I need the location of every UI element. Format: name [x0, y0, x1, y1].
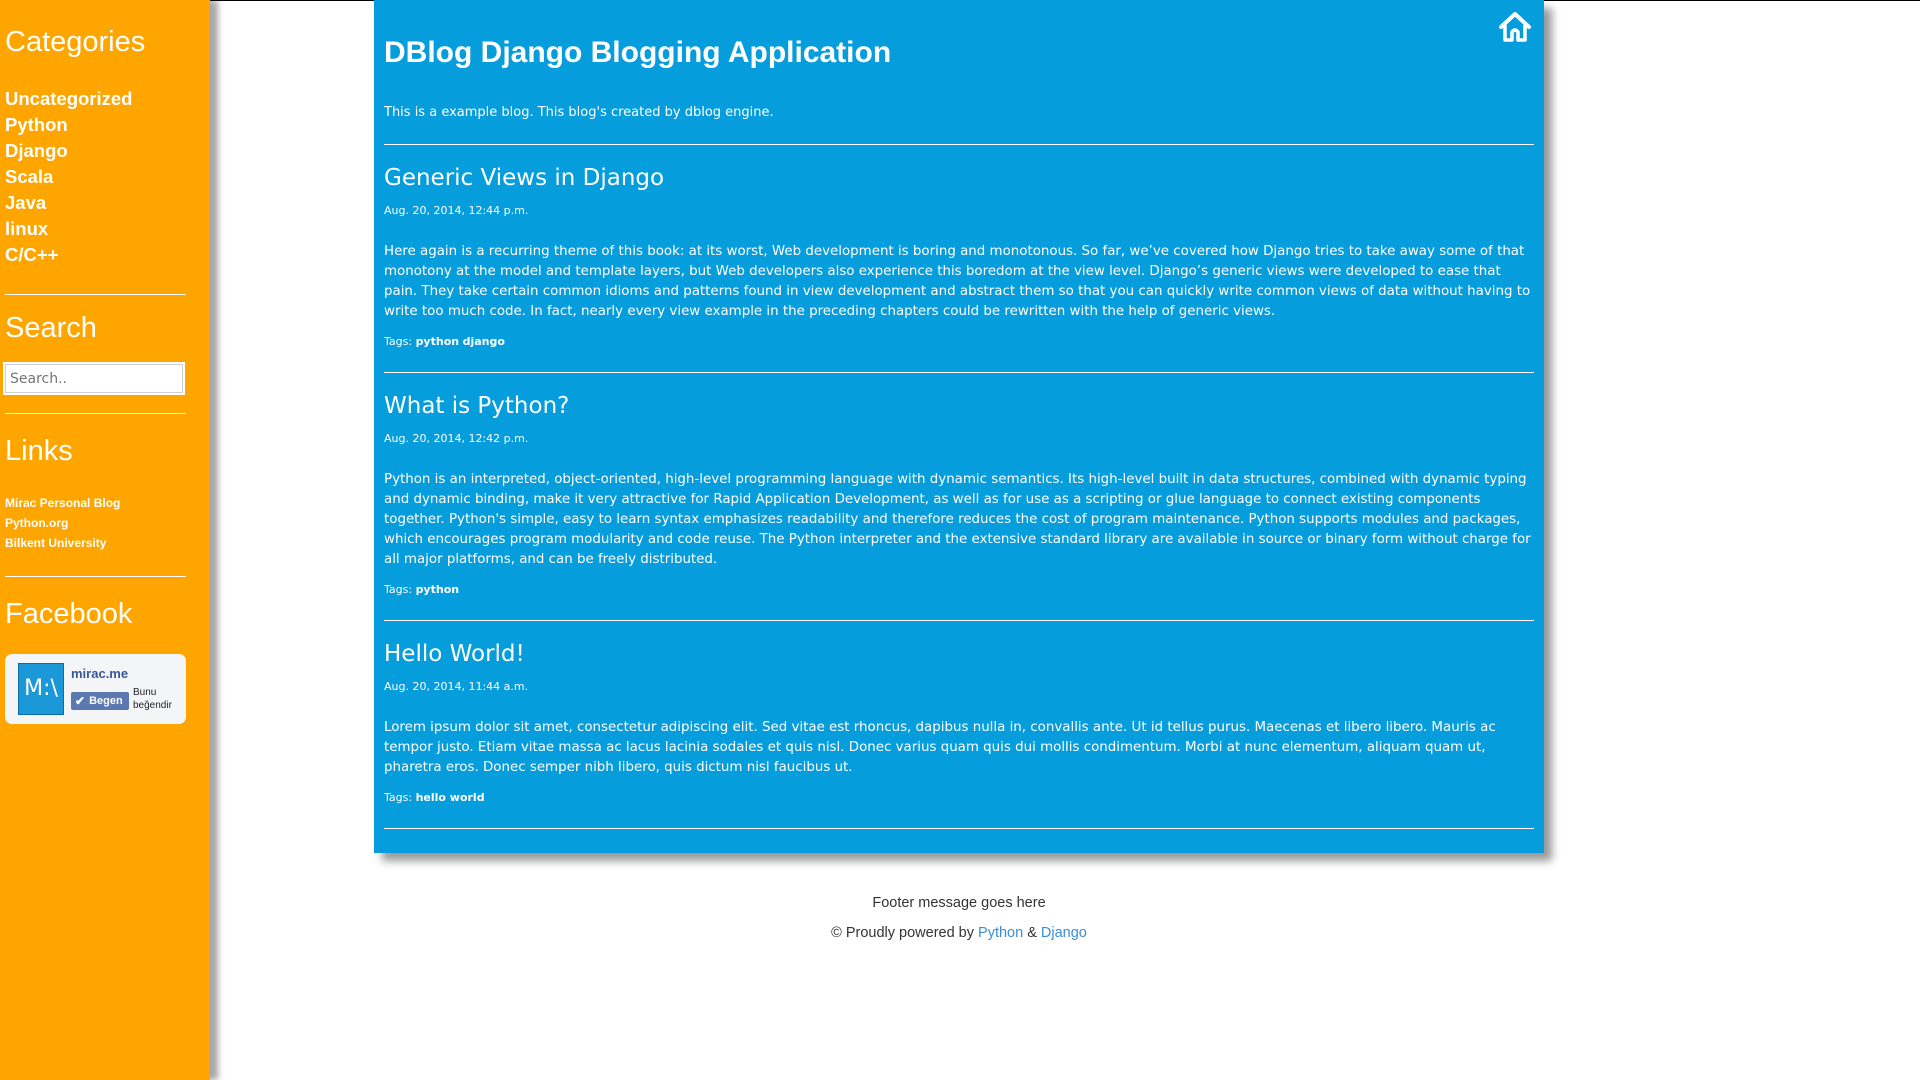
link-bilkent-university[interactable]: Bilkent University [5, 533, 210, 553]
post-body: Here again is a recurring theme of this … [384, 244, 1531, 319]
post-date: Aug. 20, 2014, 12:44 p.m. [384, 204, 529, 217]
facebook-like-text: Bunu beğendir [133, 687, 172, 711]
category-link-linux[interactable]: linux [5, 216, 210, 242]
post: Hello World! Aug. 20, 2014, 11:44 a.m. L… [384, 640, 1534, 829]
main-content: DBlog Django Blogging Application This i… [374, 0, 1544, 853]
post-tags: Tags: python django [384, 335, 1534, 349]
django-link[interactable]: Django [1041, 925, 1087, 941]
tags-label: Tags: [384, 335, 413, 348]
check-icon: ✔ [75, 694, 86, 708]
python-link[interactable]: Python [978, 925, 1023, 941]
category-item: Scala [5, 164, 210, 190]
post: What is Python? Aug. 20, 2014, 12:42 p.m… [384, 392, 1534, 621]
tags-label: Tags: [384, 791, 413, 804]
tags-label: Tags: [384, 583, 413, 596]
home-icon[interactable] [1498, 10, 1532, 44]
category-item: Java [5, 190, 210, 216]
facebook-title: Facebook [5, 598, 133, 630]
ampersand: & [1027, 925, 1037, 941]
link-item: Bilkent University [5, 533, 210, 553]
post-tags: Tags: hello world [384, 791, 1534, 805]
categories-title: Categories [5, 26, 146, 58]
links-list: Mirac Personal Blog Python.org Bilkent U… [5, 493, 210, 553]
category-item: C/C++ [5, 242, 210, 268]
link-item: Mirac Personal Blog [5, 493, 210, 513]
categories-list: Uncategorized Python Django Scala Java l… [5, 86, 210, 268]
category-link-java[interactable]: Java [5, 190, 210, 216]
footer-message: Footer message goes here [872, 895, 1046, 911]
category-item: Uncategorized [5, 86, 210, 112]
site-tagline: This is a example blog. This blog's crea… [384, 105, 774, 120]
links-title: Links [5, 435, 73, 467]
sidebar-divider [5, 576, 186, 577]
tag-link-hello-world[interactable]: hello world [416, 791, 485, 804]
category-link-django[interactable]: Django [5, 138, 210, 164]
post-body: Python is an interpreted, object-oriente… [384, 472, 1531, 567]
category-item: linux [5, 216, 210, 242]
post-divider [384, 828, 1534, 829]
tag-link-django[interactable]: django [463, 335, 505, 348]
category-link-scala[interactable]: Scala [5, 164, 210, 190]
tag-link-python[interactable]: python [416, 335, 460, 348]
post-divider [384, 372, 1534, 373]
post-body: Lorem ipsum dolor sit amet, consectetur … [384, 720, 1496, 775]
post-divider [384, 620, 1534, 621]
sidebar-divider [5, 413, 186, 414]
site-title[interactable]: DBlog Django Blogging Application [384, 0, 1534, 69]
category-link-uncategorized[interactable]: Uncategorized [5, 86, 210, 112]
post-title[interactable]: What is Python? [384, 392, 1534, 420]
facebook-like-button[interactable]: ✔ Begen [71, 692, 129, 710]
tag-link-python[interactable]: python [416, 583, 460, 596]
facebook-page-name[interactable]: mirac.me [71, 666, 128, 681]
link-item: Python.org [5, 513, 210, 533]
category-item: Python [5, 112, 210, 138]
search-title: Search [5, 312, 97, 344]
post-date: Aug. 20, 2014, 11:44 a.m. [384, 680, 529, 693]
post-date: Aug. 20, 2014, 12:42 p.m. [384, 432, 529, 445]
facebook-page-avatar[interactable]: M:\ [18, 663, 64, 715]
facebook-like-box: M:\ mirac.me ✔ Begen Bunu beğendir [5, 654, 186, 724]
post: Generic Views in Django Aug. 20, 2014, 1… [384, 164, 1534, 373]
category-link-python[interactable]: Python [5, 112, 210, 138]
powered-by-text: © Proudly powered by [831, 925, 974, 941]
post-title[interactable]: Generic Views in Django [384, 164, 1534, 192]
footer-powered-by: © Proudly powered by Python & Django [374, 923, 1544, 943]
category-item: Django [5, 138, 210, 164]
post-tags: Tags: python [384, 583, 1534, 597]
category-link-cpp[interactable]: C/C++ [5, 242, 210, 268]
post-title[interactable]: Hello World! [384, 640, 1534, 668]
footer: Footer message goes here © Proudly power… [374, 893, 1544, 943]
link-mirac-personal-blog[interactable]: Mirac Personal Blog [5, 493, 210, 513]
search-input[interactable] [5, 364, 183, 393]
link-python-org[interactable]: Python.org [5, 513, 210, 533]
sidebar: Categories Uncategorized Python Django S… [0, 0, 210, 1080]
sidebar-divider [5, 294, 186, 295]
header-divider [384, 144, 1534, 145]
facebook-like-label: Begen [89, 695, 123, 707]
